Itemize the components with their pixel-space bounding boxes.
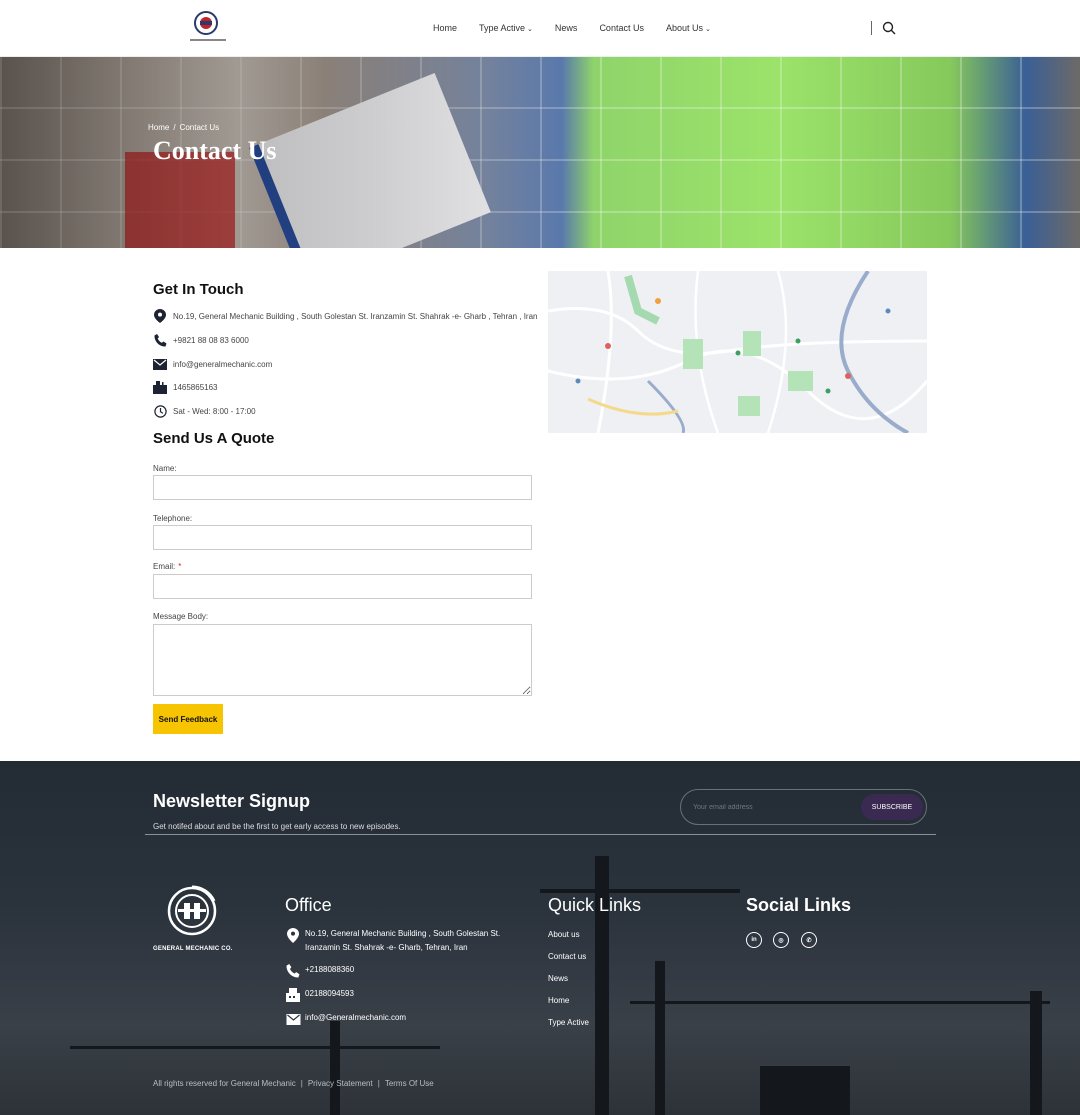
whatsapp-icon[interactable]: ✆ [801,932,817,948]
contact-email-row: info@generalmechanic.com [153,357,272,371]
newsletter-title: Newsletter Signup [153,791,311,811]
site-footer: Newsletter Signup Get notifed about and … [0,761,1080,1115]
nav-about-us[interactable]: About Us ⌄ [666,23,711,33]
contact-postal-row: 1465865163 [153,380,218,394]
location-pin-icon [153,309,167,323]
envelope-icon [285,1011,301,1027]
nav-news[interactable]: News [555,23,578,33]
nav-news-label: News [554,23,578,33]
footer-separator: | [377,1079,380,1088]
linkedin-icon[interactable]: in [746,932,762,948]
crane-silhouette [70,1046,440,1049]
name-label: Name: [153,464,177,473]
crane-silhouette [655,961,665,1115]
chevron-down-icon: ⌄ [527,26,533,33]
message-textarea[interactable] [153,624,532,696]
copyright-bar: All rights reserved for General Mechanic… [153,1079,434,1088]
contact-address: No.19, General Mechanic Building , South… [173,311,538,321]
newsletter-form: SUBSCRIBE [680,789,927,825]
breadcrumb-separator: / [173,123,176,132]
contact-hours-row: Sat - Wed: 8:00 - 17:00 [153,404,256,418]
nav-home-label: Home [433,23,458,33]
quick-link-news[interactable]: News [548,974,568,983]
quick-link-home[interactable]: Home [548,996,569,1005]
email-label: Email: [153,562,176,571]
page-title: Contact Us [153,136,277,165]
nav-type-active[interactable]: Type Active ⌄ [479,23,533,33]
footer-logo-name: GENERAL MECHANIC CO. [153,946,233,952]
office-phone[interactable]: +2188088360 [305,963,354,979]
hero-banner: Home / Contact Us Contact Us [0,57,1080,248]
telephone-label: Telephone: [153,514,193,523]
mailbox-icon [153,380,167,394]
footer-separator: | [300,1079,303,1088]
office-fax-row: 02188094593 [285,987,354,1003]
site-header: Home Type Active ⌄ News Contact Us About … [0,0,1080,57]
contact-phone-row: +9821 88 08 83 6000 [153,333,249,347]
send-feedback-button[interactable]: Send Feedback [153,704,223,734]
contact-postal-code: 1465865163 [173,382,218,392]
building-silhouette [760,1066,850,1115]
phone-icon [285,963,301,979]
contact-address-row: No.19, General Mechanic Building , South… [153,309,538,323]
header-divider [871,21,872,35]
crane-silhouette [630,1001,1050,1004]
required-mark: * [178,562,182,571]
main-nav: Home Type Active ⌄ News Contact Us About … [433,23,711,33]
crane-silhouette [540,889,740,893]
footer-logo-icon[interactable] [166,883,218,937]
email-input[interactable] [153,574,532,599]
crane-silhouette [1030,991,1042,1115]
instagram-icon[interactable]: ◎ [773,932,789,948]
nav-contact-us[interactable]: Contact Us [599,23,644,33]
get-in-touch-heading: Get In Touch [153,281,244,298]
newsletter-email-input[interactable] [693,799,853,815]
newsletter-subtitle: Get notifed about and be the first to ge… [153,822,401,831]
location-pin-icon [285,927,301,943]
telephone-input[interactable] [153,525,532,550]
company-logo[interactable] [186,8,230,44]
quick-link-type-active[interactable]: Type Active [548,1018,589,1027]
send-quote-heading: Send Us A Quote [153,430,275,447]
copyright-text: All rights reserved for General Mechanic [153,1079,296,1088]
email-label-row: Email: * [153,562,181,571]
fax-icon [285,987,301,1003]
chevron-down-icon: ⌄ [705,26,711,33]
location-map[interactable] [548,271,927,433]
breadcrumb-current: Contact Us [179,123,220,132]
quick-link-about[interactable]: About us [548,930,580,939]
phone-icon [153,333,167,347]
contact-hours: Sat - Wed: 8:00 - 17:00 [173,406,256,416]
subscribe-button[interactable]: SUBSCRIBE [861,794,923,820]
envelope-icon [153,357,167,371]
contact-email[interactable]: info@generalmechanic.com [173,360,272,369]
office-email-row: info@Generalmechanic.com [285,1011,406,1027]
clock-icon [153,404,167,418]
message-label: Message Body: [153,612,209,621]
office-fax: 02188094593 [305,989,354,998]
terms-link[interactable]: Terms Of Use [385,1079,434,1088]
contact-phone[interactable]: +9821 88 08 83 6000 [173,336,249,345]
social-links-heading: Social Links [746,895,852,915]
newsletter-divider [145,834,936,835]
office-heading: Office [285,895,332,915]
quick-link-contact[interactable]: Contact us [548,952,586,961]
office-email[interactable]: info@Generalmechanic.com [305,1011,406,1027]
nav-about-us-label: About Us [665,23,703,33]
privacy-link[interactable]: Privacy Statement [308,1079,373,1088]
office-phone-row: +2188088360 [285,963,354,979]
office-address: No.19, General Mechanic Building , South… [305,929,501,952]
nav-home[interactable]: Home [433,23,457,33]
breadcrumb: Home / Contact Us [148,123,219,132]
office-address-row: No.19, General Mechanic Building , South… [285,927,535,955]
search-icon[interactable] [882,21,896,35]
nav-contact-us-label: Contact Us [599,23,644,33]
crane-silhouette [330,1021,340,1115]
nav-type-active-label: Type Active [479,23,526,33]
breadcrumb-home[interactable]: Home [148,123,169,132]
name-input[interactable] [153,475,532,500]
quick-links-heading: Quick Links [548,895,642,915]
